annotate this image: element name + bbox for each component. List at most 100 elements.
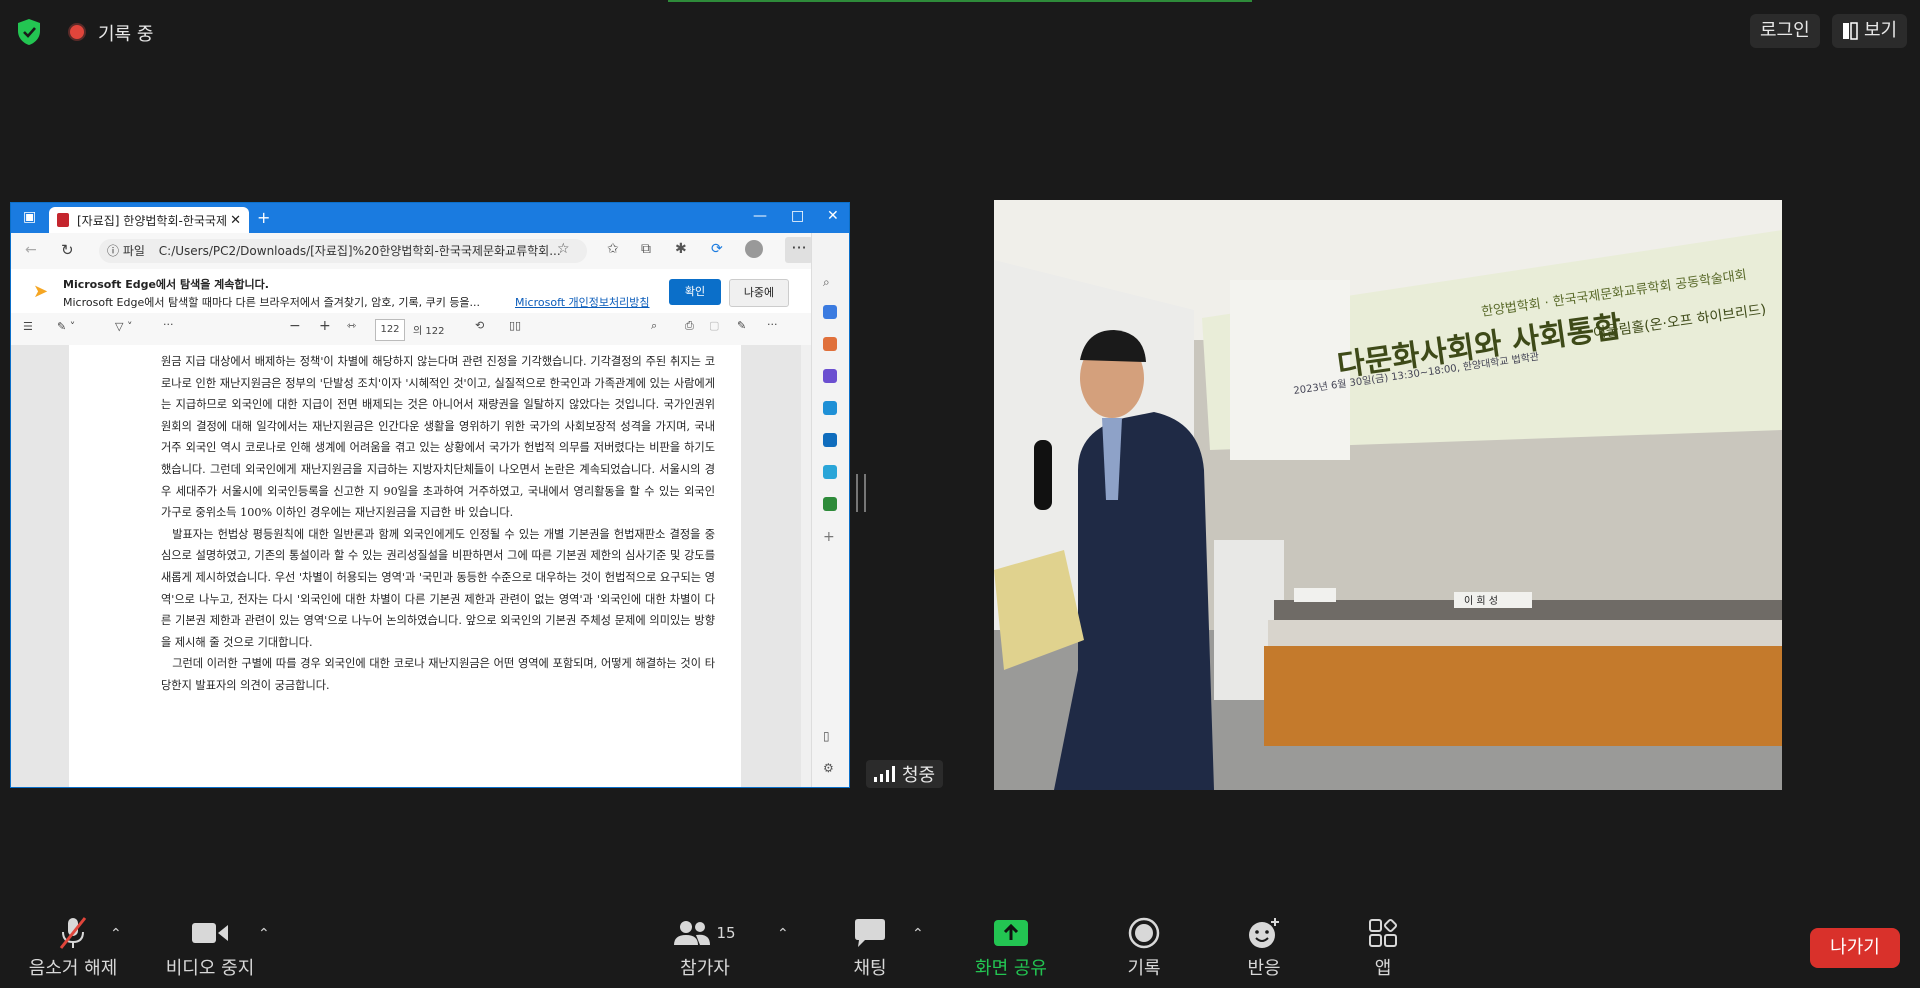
zoom-out-icon[interactable]: − [289,318,301,334]
highlight-icon[interactable]: ✎ ˅ [57,320,75,333]
pdf-paragraph: 발표자는 헌법상 평등원칙에 대한 일반론과 함께 외국인에게도 인정될 수 있… [161,527,715,649]
print-icon[interactable]: ⎙ [685,319,694,333]
video-scene: 한양법학회 · 한국국제문화교류학회 공동학술대회 다문화사회와 사회통합 어울… [994,200,1782,790]
reaction-smile-icon [1249,918,1279,948]
record-label: 기록 [1127,958,1161,979]
reactions-control[interactable]: 반응 [1242,912,1286,980]
sidebar-settings-icon[interactable]: ⚙ [823,761,837,775]
login-button[interactable]: 로그인 [1750,14,1820,48]
participants-options-caret[interactable]: ⌃ [777,926,789,942]
settings-more-icon[interactable]: ··· [785,237,813,263]
audio-options-caret[interactable]: ⌃ [110,926,122,942]
reactions-label: 반응 [1247,958,1281,979]
back-icon[interactable]: ← [25,242,37,258]
leave-button[interactable]: 나가기 [1810,928,1900,968]
sidebar-search-icon[interactable]: ⌕ [823,275,837,289]
record-control[interactable]: 기록 [1122,912,1166,980]
confirm-button[interactable]: 확인 [669,279,721,305]
sidebar-shopping-icon[interactable] [823,305,837,319]
participants-icon [674,921,711,945]
video-camera-icon [192,923,228,943]
unmute-control[interactable]: 음소거 해제 [18,912,128,980]
signal-strength-icon [874,766,895,782]
sidebar-tools-icon[interactable] [823,337,837,351]
audience-label: 청중 [866,760,944,788]
sidebar-add-icon[interactable]: + [823,529,837,545]
privacy-link[interactable]: Microsoft 개인정보처리방침 [515,294,650,310]
save-as-icon[interactable]: ✎ [737,319,746,332]
sidebar-tree-icon[interactable] [823,497,837,511]
rotate-icon[interactable]: ⟲ [475,319,484,332]
zoom-in-icon[interactable]: + [319,318,331,334]
apps-control[interactable]: 앱 [1368,912,1398,980]
page-total: 의 122 [413,326,445,337]
share-screen-control[interactable]: 화면 공유 [966,912,1056,980]
view-button[interactable]: 보기 [1832,14,1908,48]
pdf-viewer[interactable]: 원금 지급 대상에서 배제하는 정책'이 차별에 해당하지 않는다며 관련 진정… [11,345,811,787]
search-icon[interactable]: ⌕ [651,319,657,333]
pdf-toolbar: ☰ ✎ ˅ ▽ ˅ ··· − + ⇿ 122 의 122 ⟲ ▯▯ ⌕ ⎙ ▢… [11,313,811,346]
favorites-icon[interactable]: ✩ [607,241,619,257]
collections-icon[interactable]: ⧉ [641,241,651,257]
fit-page-icon[interactable]: ⇿ [347,319,356,332]
contents-icon[interactable]: ☰ [23,320,33,333]
browser-tab-bar: ▣ [자료집] 한양법학회-한국국제 ✕ + — □ ✕ [11,203,849,233]
apps-icon [1369,918,1398,947]
share-screen-label: 화면 공유 [975,958,1047,979]
page-number-input[interactable]: 122 [375,319,405,341]
maximize-button[interactable]: □ [791,208,804,224]
pdf-more-icon[interactable]: ··· [767,318,778,331]
new-tab-button[interactable]: + [257,208,270,227]
sidebar-send-icon[interactable] [823,465,837,479]
sidebar-outlook-icon[interactable] [823,433,837,447]
sidebar-games-icon[interactable] [823,369,837,383]
info-icon: ⓘ [107,244,120,258]
recording-label[interactable]: 기록 중 [98,20,153,46]
sync-icon[interactable]: ⟳ [711,241,723,257]
tab-actions-icon[interactable]: ▣ [23,209,36,225]
chat-control[interactable]: 채팅 [840,912,900,980]
video-options-caret[interactable]: ⌃ [258,926,270,942]
sidebar-office-icon[interactable] [823,401,837,415]
participants-count: 15 [716,924,736,942]
security-shield-icon[interactable] [16,18,42,46]
favorite-star-icon[interactable]: ☆ [557,241,570,257]
pdf-scrollbar[interactable] [801,345,811,787]
profile-avatar[interactable] [745,240,763,258]
participants-label: 참가자 [680,958,730,979]
record-icon [1128,917,1160,949]
url-field[interactable]: ⓘ 파일 C:/Users/PC2/Downloads/[자료집]%20한양법학… [99,239,587,263]
extensions-icon[interactable]: ✱ [675,241,687,257]
save-icon[interactable]: ▢ [709,319,719,332]
browser-tab[interactable]: [자료집] 한양법학회-한국국제 ✕ [49,207,249,233]
apps-label: 앱 [1374,958,1392,979]
edge-sidebar: ⌕ + ▯ ⚙ [811,233,849,787]
tab-title: [자료집] 한양법학회-한국국제 [77,213,227,228]
url-text: C:/Users/PC2/Downloads/[자료집]%20한양법학회-한국국… [158,244,561,258]
page-view-icon[interactable]: ▯▯ [509,319,521,332]
more-tools-icon[interactable]: ··· [163,318,174,331]
pdf-page: 원금 지급 대상에서 배제하는 정책'이 차별에 해당하지 않는다며 관련 진정… [69,345,741,787]
later-button[interactable]: 나중에 [729,279,789,307]
shared-screen[interactable]: ▣ [자료집] 한양법학회-한국국제 ✕ + — □ ✕ ← ↻ ⓘ 파일 C:… [10,202,850,788]
unmute-label: 음소거 해제 [28,958,118,979]
close-window-button[interactable]: ✕ [827,208,839,224]
stop-video-control[interactable]: 비디오 중지 [160,912,260,980]
chat-options-caret[interactable]: ⌃ [912,926,924,942]
pdf-text: 원금 지급 대상에서 배제하는 정책'이 차별에 해당하지 않는다며 관련 진정… [161,351,715,697]
pdf-paragraph: 그런데 이러한 구별에 따를 경우 외국인에 대한 코로나 재난지원금은 어떤 … [161,657,715,692]
share-screen-icon [994,920,1028,946]
address-bar: ← ↻ ⓘ 파일 C:/Users/PC2/Downloads/[자료집]%20… [11,233,823,270]
recording-icon [68,23,86,41]
draw-icon[interactable]: ▽ ˅ [115,320,132,333]
speaker-video[interactable]: 한양법학회 · 한국국제문화교류학회 공동학술대회 다문화사회와 사회통합 어울… [994,200,1782,790]
tab-close-icon[interactable]: ✕ [230,213,241,228]
notice-icon: ➤ [33,281,49,302]
sidebar-panel-icon[interactable]: ▯ [823,729,837,743]
refresh-icon[interactable]: ↻ [61,241,74,259]
resize-handle[interactable] [856,474,866,512]
minimize-button[interactable]: — [753,208,767,224]
participants-control[interactable]: 15 참가자 [670,912,740,980]
url-prefix: 파일 [122,244,145,258]
infobar-message: Microsoft Edge에서 탐색할 때마다 다른 브라우저에서 즐겨찾기,… [63,296,481,309]
